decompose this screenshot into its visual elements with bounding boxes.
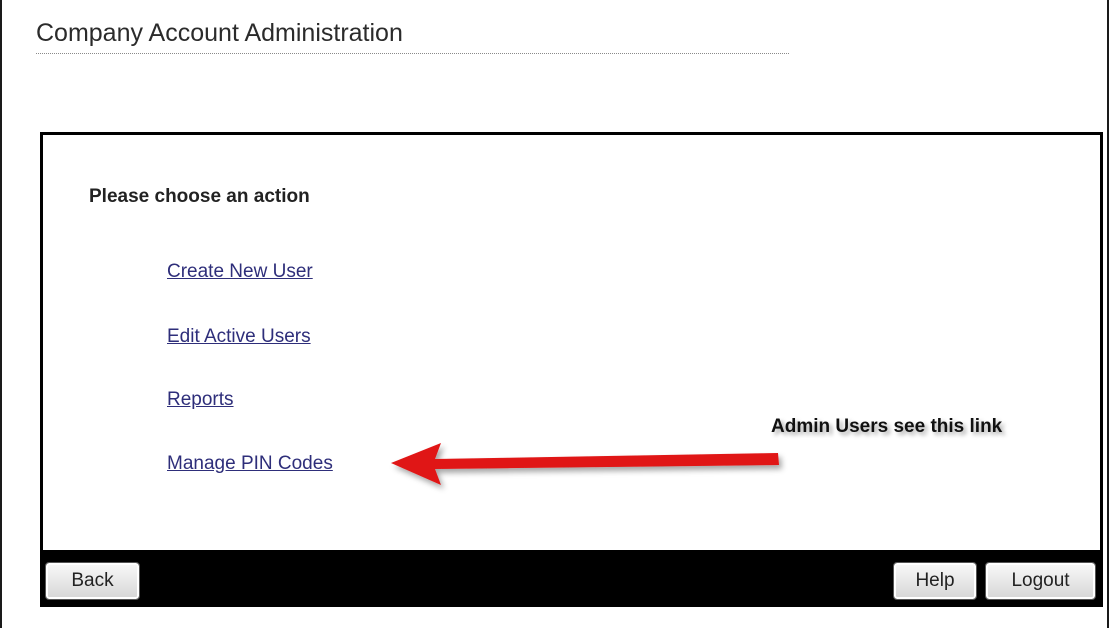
reports-link[interactable]: Reports bbox=[167, 389, 234, 411]
manage-pin-codes-link[interactable]: Manage PIN Codes bbox=[167, 453, 333, 475]
page: Company Account Administration Please ch… bbox=[0, 0, 1109, 628]
action-panel: Please choose an action Create New User … bbox=[40, 132, 1103, 607]
arrow-head bbox=[391, 443, 779, 485]
panel-heading: Please choose an action bbox=[89, 186, 310, 207]
page-title: Company Account Administration bbox=[36, 18, 789, 54]
bottom-toolbar: Back Help Logout bbox=[43, 550, 1100, 604]
logout-button[interactable]: Logout bbox=[985, 562, 1096, 600]
annotation-note: Admin Users see this link bbox=[771, 416, 1003, 437]
back-button[interactable]: Back bbox=[45, 562, 140, 600]
annotation-arrow-icon bbox=[391, 443, 779, 485]
edit-active-users-link[interactable]: Edit Active Users bbox=[167, 326, 311, 348]
help-button[interactable]: Help bbox=[893, 562, 977, 600]
create-new-user-link[interactable]: Create New User bbox=[167, 261, 313, 283]
